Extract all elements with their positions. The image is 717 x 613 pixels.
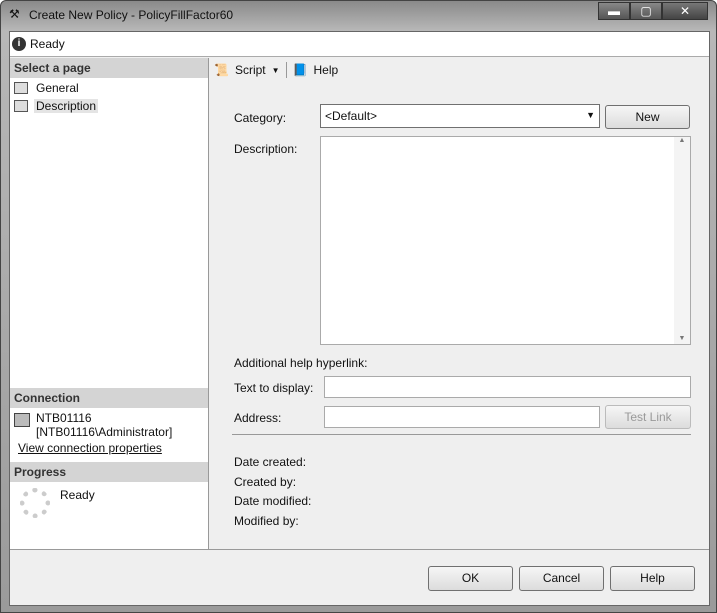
page-icon [14, 100, 28, 112]
progress-spinner-icon [20, 488, 50, 518]
description-textarea[interactable]: ▲ ▼ [320, 136, 691, 345]
server-icon [14, 413, 30, 427]
date-created-label: Date created: [234, 455, 307, 469]
window-title: Create New Policy - PolicyFillFactor60 [29, 8, 234, 22]
modified-by-label: Modified by: [234, 514, 299, 528]
script-button[interactable]: Script [235, 63, 266, 77]
category-select[interactable]: <Default> ▼ [320, 104, 600, 128]
maximize-button[interactable]: ▢ [630, 2, 662, 20]
select-page-header: Select a page [10, 58, 208, 78]
progress-header: Progress [10, 462, 208, 482]
help-button[interactable]: Help [610, 566, 695, 591]
server-name: NTB01116 [36, 411, 92, 425]
nav-general[interactable]: General [10, 78, 208, 96]
script-icon: 📜 [214, 63, 229, 77]
category-label: Category: [234, 111, 287, 125]
help-icon: 📘 [292, 63, 308, 77]
info-icon: i [12, 37, 26, 51]
date-modified-label: Date modified: [234, 494, 312, 508]
address-label: Address: [234, 411, 282, 425]
text-display-label: Text to display: [234, 381, 314, 395]
page-icon [14, 82, 28, 94]
dialog-window: ⚒ Create New Policy - PolicyFillFactor60… [0, 0, 717, 613]
nav-label: General [36, 81, 79, 95]
nav-label: Description [34, 99, 99, 113]
new-category-button[interactable]: New [605, 105, 690, 129]
category-value: <Default> [325, 109, 378, 123]
text-display-input[interactable] [324, 376, 691, 398]
divider [232, 434, 691, 435]
connection-header: Connection [10, 388, 208, 408]
server-user: [NTB01116\Administrator] [36, 425, 173, 439]
cancel-button[interactable]: Cancel [519, 566, 604, 591]
button-bar: OK Cancel Help [10, 549, 709, 605]
left-pane: Select a page General Description Connec… [10, 58, 209, 549]
content-pane: 📜 Script ▼ 📘 Help Category: <Default> ▼ N… [210, 58, 709, 549]
nav-description[interactable]: Description [10, 96, 208, 114]
toolbar-help-button[interactable]: Help [314, 63, 339, 77]
minimize-button[interactable]: ▬ [598, 2, 630, 20]
address-input[interactable] [324, 406, 600, 428]
close-button[interactable]: ✕ [662, 2, 708, 20]
script-dropdown-icon[interactable]: ▼ [272, 66, 280, 75]
ok-button[interactable]: OK [428, 566, 513, 591]
hyperlink-label: Additional help hyperlink: [234, 356, 368, 370]
progress-status: Ready [60, 488, 95, 502]
description-label: Description: [234, 142, 298, 156]
view-connection-properties-link[interactable]: View connection properties [18, 441, 162, 455]
policy-icon: ⚒ [9, 7, 20, 21]
status-bar: i Ready [10, 32, 709, 57]
test-link-button[interactable]: Test Link [605, 405, 691, 429]
status-text: Ready [30, 37, 65, 51]
created-by-label: Created by: [234, 475, 297, 489]
chevron-down-icon: ▼ [586, 110, 595, 120]
scrollbar[interactable]: ▲ ▼ [674, 137, 690, 344]
